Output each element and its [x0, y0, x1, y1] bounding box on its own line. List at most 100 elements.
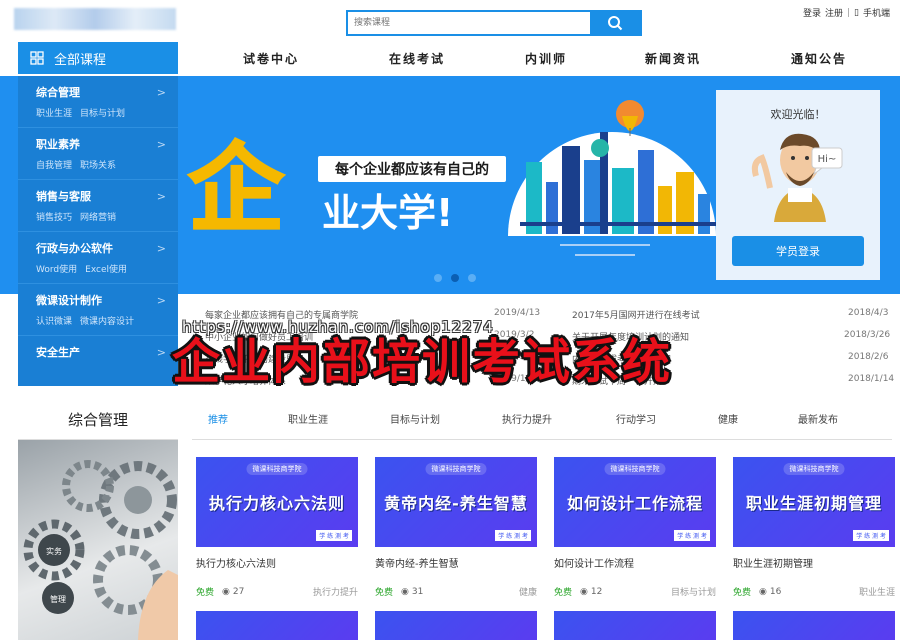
sidebar-category[interactable]: 微课设计制作 认识微课 微课内容设计 > — [18, 284, 178, 336]
course-name[interactable]: 执行力核心六法则 — [196, 555, 358, 570]
thumb-title: 黄帝内经-养生智慧 — [384, 494, 528, 513]
course-thumbnail[interactable] — [196, 611, 358, 640]
subcategory-link[interactable]: 网络营销 — [80, 213, 116, 223]
tab-goals[interactable]: 目标与计划 — [390, 411, 440, 426]
tab-latest[interactable]: 最新发布 — [798, 411, 838, 426]
news-date: 2019/4/13 — [494, 308, 541, 318]
mascot-speech: Hi~ — [818, 154, 837, 165]
views-value: 31 — [411, 586, 424, 597]
banner-tagline: 每个企业都应该有自己的 — [335, 161, 489, 178]
thumb-tag: 学 练 测 考 — [495, 530, 531, 541]
course-thumbnail[interactable] — [375, 611, 537, 640]
sidebar-category[interactable]: 安全生产 > — [18, 336, 178, 388]
course-card[interactable]: 微课科技商学院 如何设计工作流程 学 练 测 考 如何设计工作流程 免费 ◉ 12… — [554, 457, 716, 598]
course-category[interactable]: 执行力提升 — [313, 585, 358, 598]
search-input[interactable] — [354, 14, 588, 32]
thumb-tag: 学 练 测 考 — [316, 530, 352, 541]
login-link[interactable]: 登录 — [803, 6, 821, 19]
welcome-text: 欢迎光临！ — [770, 108, 826, 121]
thumb-badge: 微课科技商学院 — [425, 463, 487, 475]
course-meta: 免费 ◉ 31 健康 — [375, 585, 537, 599]
course-thumbnail[interactable] — [733, 611, 895, 640]
tab-execution[interactable]: 执行力提升 — [502, 411, 552, 426]
course-meta: 免费 ◉ 16 职业生涯 — [733, 585, 895, 599]
course-thumbnail[interactable] — [554, 611, 716, 640]
course-card[interactable]: 微课科技商学院 职业生涯初期管理 学 练 测 考 职业生涯初期管理 免费 ◉ 16… — [733, 457, 895, 598]
course-category[interactable]: 健康 — [519, 585, 537, 598]
view-count: ◉ 31 — [401, 587, 423, 597]
site-logo[interactable] — [14, 8, 176, 30]
section-tabs: 推荐 职业生涯 目标与计划 执行力提升 行动学习 健康 最新发布 — [192, 411, 892, 440]
carousel-dot[interactable] — [451, 274, 459, 282]
thumb-badge: 微课科技商学院 — [783, 463, 845, 475]
search-button[interactable] — [590, 12, 640, 34]
welcome-panel: 欢迎光临！ Hi~ 学员登录 — [716, 90, 880, 280]
subcategory-link[interactable]: 目标与计划 — [80, 109, 125, 119]
sidebar-category[interactable]: 销售与客服 销售技巧 网络营销 > — [18, 180, 178, 232]
sidebar-category[interactable]: 职业素养 自我管理 职场关系 > — [18, 128, 178, 180]
course-card[interactable]: 微课科技商学院 黄帝内经-养生智慧 学 练 测 考 黄帝内经-养生智慧 免费 ◉… — [375, 457, 537, 598]
view-count: ◉ 27 — [222, 587, 244, 597]
subcategory-link[interactable]: Excel使用 — [85, 265, 127, 275]
subcategory-link[interactable]: 自我管理 — [36, 161, 72, 171]
course-category[interactable]: 职业生涯 — [859, 585, 895, 598]
student-login-button[interactable]: 学员登录 — [732, 236, 864, 266]
section-title: 综合管理 — [18, 400, 178, 440]
mascot-illustration: Hi~ — [751, 133, 843, 222]
course-thumbnail[interactable]: 微课科技商学院 如何设计工作流程 学 练 测 考 — [554, 457, 716, 547]
carousel-dot[interactable] — [434, 274, 442, 282]
course-meta: 免费 ◉ 27 执行力提升 — [196, 585, 358, 599]
thumb-badge: 微课科技商学院 — [246, 463, 308, 475]
subcategory-link[interactable]: 销售技巧 — [36, 213, 72, 223]
chevron-right-icon: > — [156, 138, 166, 151]
free-badge: 免费 — [733, 588, 752, 598]
all-courses-button[interactable]: 全部课程 — [18, 42, 178, 74]
all-courses-label: 全部课程 — [54, 52, 107, 68]
tab-action-learning[interactable]: 行动学习 — [616, 411, 656, 426]
subcategory-link[interactable]: 微课内容设计 — [80, 317, 134, 327]
nav-item-notices[interactable]: 通知公告 — [791, 50, 847, 67]
tab-health[interactable]: 健康 — [718, 411, 738, 426]
thumb-title: 执行力核心六法则 — [208, 494, 345, 513]
course-card[interactable]: 微课科技商学院 执行力核心六法则 学 练 测 考 执行力核心六法则 免费 ◉ 27… — [196, 457, 358, 598]
course-name[interactable]: 黄帝内经-养生智慧 — [375, 555, 537, 570]
course-thumbnail[interactable]: 微课科技商学院 执行力核心六法则 学 练 测 考 — [196, 457, 358, 547]
subcategory-link[interactable]: Word使用 — [36, 265, 77, 275]
view-count: ◉ 16 — [759, 587, 781, 597]
course-category[interactable]: 目标与计划 — [671, 585, 716, 598]
free-badge: 免费 — [375, 588, 394, 598]
subcategory-link[interactable]: 认识微课 — [36, 317, 72, 327]
nav-item-trainers[interactable]: 内训师 — [525, 50, 567, 67]
carousel-dot[interactable] — [468, 274, 476, 282]
news-date: 2018/4/3 — [848, 308, 889, 318]
free-badge: 免费 — [554, 588, 573, 598]
gears-illustration: 实务 管理 — [23, 460, 178, 640]
grid-icon — [30, 51, 44, 65]
category-sidebar: 综合管理 职业生涯 目标与计划 > 职业素养 自我管理 职场关系 > 销售与客服 销… — [18, 76, 178, 386]
thumb-badge: 微课科技商学院 — [604, 463, 666, 475]
thumb-title: 职业生涯初期管理 — [745, 494, 882, 513]
gear-label: 管理 — [50, 594, 66, 604]
top-links: 登录 注册 | ▯ 手机端 — [803, 6, 890, 20]
chevron-right-icon: > — [156, 190, 166, 203]
nav-item-news[interactable]: 新闻资讯 — [645, 50, 701, 67]
news-item[interactable]: 2017年5月国网开进行在线考试 — [572, 308, 700, 321]
tab-recommended[interactable]: 推荐 — [208, 411, 228, 426]
course-name[interactable]: 职业生涯初期管理 — [733, 555, 895, 570]
course-name[interactable]: 如何设计工作流程 — [554, 555, 716, 570]
section-side-image[interactable]: 实务 管理 — [18, 440, 178, 640]
sidebar-category[interactable]: 综合管理 职业生涯 目标与计划 > — [18, 76, 178, 128]
course-thumbnail[interactable]: 微课科技商学院 黄帝内经-养生智慧 学 练 测 考 — [375, 457, 537, 547]
views-value: 16 — [769, 586, 782, 597]
subcategory-link[interactable]: 职场关系 — [80, 161, 116, 171]
news-date: 2018/2/6 — [848, 352, 889, 362]
subcategory-link[interactable]: 职业生涯 — [36, 109, 72, 119]
tab-career[interactable]: 职业生涯 — [288, 411, 328, 426]
register-link[interactable]: 注册 — [825, 6, 843, 19]
mobile-link[interactable]: 手机端 — [863, 6, 890, 19]
nav-item-papers[interactable]: 试卷中心 — [243, 50, 299, 67]
sidebar-category[interactable]: 行政与办公软件 Word使用 Excel使用 > — [18, 232, 178, 284]
search-bar — [346, 10, 642, 36]
nav-item-exam[interactable]: 在线考试 — [389, 50, 445, 67]
course-thumbnail[interactable]: 微课科技商学院 职业生涯初期管理 学 练 测 考 — [733, 457, 895, 547]
